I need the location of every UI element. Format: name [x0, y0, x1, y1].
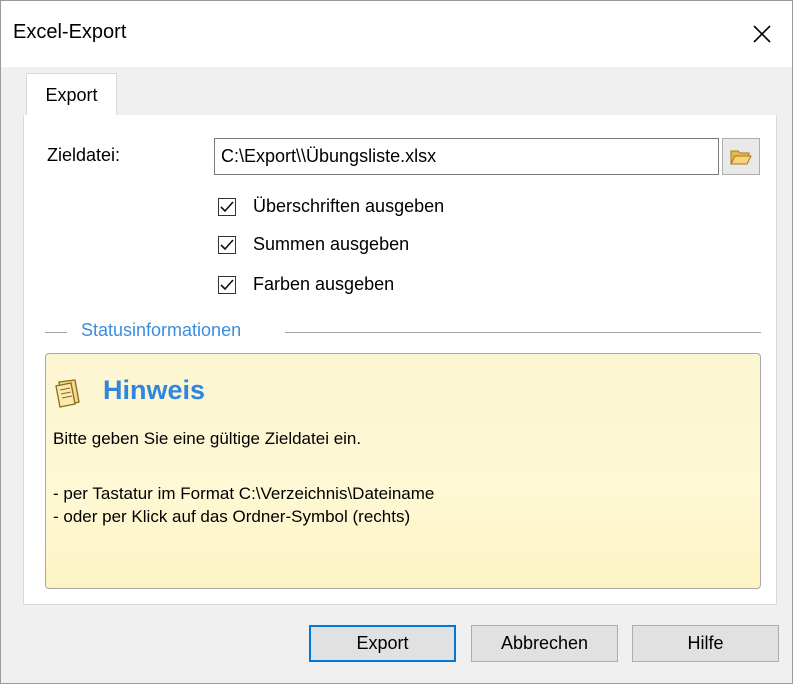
checkbox-box[interactable]	[218, 197, 236, 216]
help-button[interactable]: Hilfe	[632, 625, 779, 662]
tab-label: Export	[45, 84, 98, 105]
close-icon	[753, 25, 771, 43]
checkbox-label: Farben ausgeben	[253, 274, 395, 294]
checkbox-label: Überschriften ausgeben	[253, 196, 445, 216]
close-button[interactable]	[732, 1, 792, 67]
cancel-button[interactable]: Abbrechen	[471, 625, 618, 662]
folder-open-icon	[730, 150, 752, 164]
tab-export[interactable]: Export	[26, 73, 117, 116]
target-file-label: Zieldatei:	[47, 145, 121, 165]
checkbox-box[interactable]	[218, 275, 236, 294]
checkmark-icon	[220, 238, 234, 250]
checkmark-icon	[220, 278, 234, 290]
window-title: Excel-Export	[13, 21, 127, 43]
browse-folder-button[interactable]	[722, 138, 760, 175]
checkbox-label: Summen ausgeben	[253, 234, 410, 254]
notepad-icon	[55, 379, 80, 408]
target-file-input[interactable]	[214, 138, 719, 175]
hint-title: Hinweis	[103, 375, 206, 405]
group-divider	[45, 332, 67, 333]
checkbox-headings[interactable]: Überschriften ausgeben	[218, 196, 444, 217]
checkbox-box[interactable]	[218, 235, 236, 254]
hint-line-folder: - oder per Klick auf das Ordner-Symbol (…	[53, 507, 411, 526]
hint-message: Bitte geben Sie eine gültige Zieldatei e…	[53, 429, 362, 448]
checkbox-colors[interactable]: Farben ausgeben	[218, 274, 394, 295]
hint-line-keyboard: - per Tastatur im Format C:\Verzeichnis\…	[53, 484, 435, 503]
checkbox-sums[interactable]: Summen ausgeben	[218, 234, 409, 255]
title-bar: Excel-Export	[1, 1, 792, 67]
checkmark-icon	[220, 200, 234, 212]
status-group-title: Statusinformationen	[81, 320, 242, 340]
export-button[interactable]: Export	[309, 625, 456, 662]
group-divider	[285, 332, 761, 333]
